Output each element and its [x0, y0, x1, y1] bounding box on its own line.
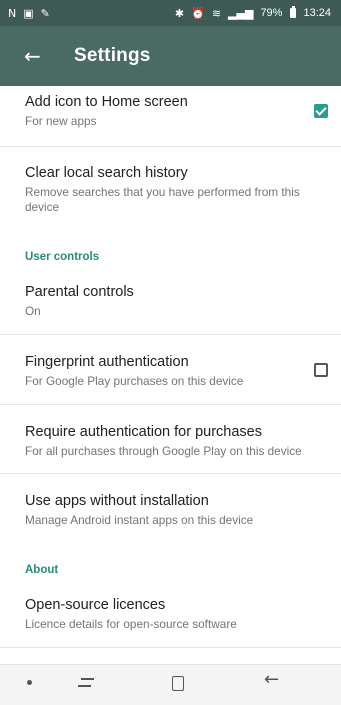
app-bar: ← Settings — [0, 26, 341, 86]
setting-title: Add icon to Home screen — [25, 94, 188, 110]
setting-title: Require authentication for purchases — [25, 424, 262, 440]
divider — [0, 473, 341, 474]
setting-title: Fingerprint authentication — [25, 354, 189, 370]
section-header-user-controls: User controls — [25, 251, 100, 263]
fingerprint-checkbox[interactable] — [314, 363, 328, 377]
page-title: Settings — [74, 45, 151, 66]
wifi-icon: ≋ — [211, 6, 222, 20]
setting-summary: On — [25, 304, 41, 318]
setting-summary: For Google Play purchases on this device — [25, 374, 244, 388]
home-icon-checkbox[interactable] — [314, 104, 328, 118]
navigation-bar: ← — [0, 664, 341, 705]
battery-percent: 79% — [260, 7, 283, 19]
status-bar-right: ✱ ⏰ ≋ ▂▄▆ 79% 13:24 — [174, 6, 331, 20]
setting-require-authentication[interactable]: Require authentication for purchases For… — [0, 424, 341, 459]
setting-title: Parental controls — [25, 284, 134, 300]
nfc-icon: N — [8, 6, 17, 20]
setting-parental-controls[interactable]: Parental controls On — [0, 284, 341, 319]
setting-instant-apps[interactable]: Use apps without installation Manage And… — [0, 493, 341, 528]
home-icon[interactable] — [172, 676, 184, 691]
setting-summary: For all purchases through Google Play on… — [25, 444, 302, 458]
back-icon[interactable]: ← — [264, 671, 279, 689]
setting-title: Use apps without installation — [25, 493, 209, 509]
setting-summary: Licence details for open-source software — [25, 617, 237, 631]
setting-summary: Manage Android instant apps on this devi… — [25, 513, 254, 527]
status-bar: N ▣ ✎ ✱ ⏰ ≋ ▂▄▆ 79% 13:24 — [0, 0, 341, 26]
divider — [0, 647, 341, 648]
recents-icon[interactable] — [78, 674, 96, 692]
screenshot-icon: ▣ — [23, 6, 34, 20]
setting-summary: For new apps — [25, 114, 97, 128]
alarm-icon: ⏰ — [191, 6, 205, 20]
setting-summary: Remove searches that you have performed … — [25, 185, 300, 214]
wrench-icon: ✎ — [40, 6, 50, 20]
setting-open-source-licences[interactable]: Open-source licences Licence details for… — [0, 597, 341, 632]
clock: 13:24 — [303, 7, 331, 19]
divider — [0, 404, 341, 405]
divider — [0, 146, 341, 147]
section-header-about: About — [25, 564, 59, 576]
dot-icon — [27, 680, 32, 685]
setting-add-home-icon[interactable]: Add icon to Home screen For new apps — [0, 94, 341, 129]
setting-title: Clear local search history — [25, 165, 188, 181]
bluetooth-icon: ✱ — [174, 6, 185, 20]
status-bar-left: N ▣ ✎ — [8, 7, 50, 20]
back-arrow-icon[interactable]: ← — [24, 46, 48, 66]
signal-icon: ▂▄▆ — [228, 6, 254, 20]
divider — [0, 334, 341, 335]
setting-title: Open-source licences — [25, 597, 166, 613]
setting-clear-search-history[interactable]: Clear local search history Remove search… — [0, 165, 341, 215]
setting-fingerprint-authentication[interactable]: Fingerprint authentication For Google Pl… — [0, 354, 341, 389]
battery-icon — [290, 6, 297, 18]
